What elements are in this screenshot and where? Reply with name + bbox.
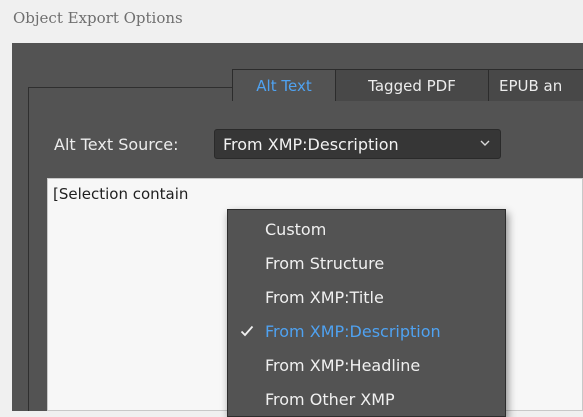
menu-item-custom[interactable]: Custom <box>228 212 505 246</box>
window-title: Object Export Options <box>13 9 183 27</box>
alt-text-source-label: Alt Text Source: <box>54 135 179 154</box>
tab-tagged-pdf[interactable]: Tagged PDF <box>335 69 489 101</box>
alt-text-source-select[interactable]: From XMP:Description <box>214 129 501 159</box>
alt-text-source-value: From XMP:Description <box>223 134 399 154</box>
menu-item-from-xmp-headline[interactable]: From XMP:Headline <box>228 348 505 382</box>
menu-item-from-xmp-description[interactable]: From XMP:Description <box>228 314 505 348</box>
menu-item-from-xmp-title[interactable]: From XMP:Title <box>228 280 505 314</box>
alt-text-content: [Selection contain <box>53 185 189 203</box>
tab-alt-text[interactable]: Alt Text <box>232 69 336 101</box>
menu-item-label: From Structure <box>265 253 385 273</box>
menu-item-label: From XMP:Headline <box>265 355 421 375</box>
chevron-down-icon <box>480 140 490 146</box>
menu-item-label: Custom <box>265 219 327 239</box>
menu-item-from-structure[interactable]: From Structure <box>228 246 505 280</box>
alt-text-source-menu: Custom From Structure From XMP:Title Fro… <box>227 209 506 417</box>
tab-epub[interactable]: EPUB an <box>488 69 583 101</box>
object-export-dialog: Alt Text Tagged PDF EPUB an Alt Text Sou… <box>12 43 583 417</box>
menu-item-label: From XMP:Description <box>265 321 441 341</box>
menu-item-label: From XMP:Title <box>265 287 384 307</box>
tab-bar: Alt Text Tagged PDF EPUB an <box>232 69 583 101</box>
checkmark-icon <box>240 325 254 337</box>
menu-item-label: From Other XMP <box>265 389 395 409</box>
